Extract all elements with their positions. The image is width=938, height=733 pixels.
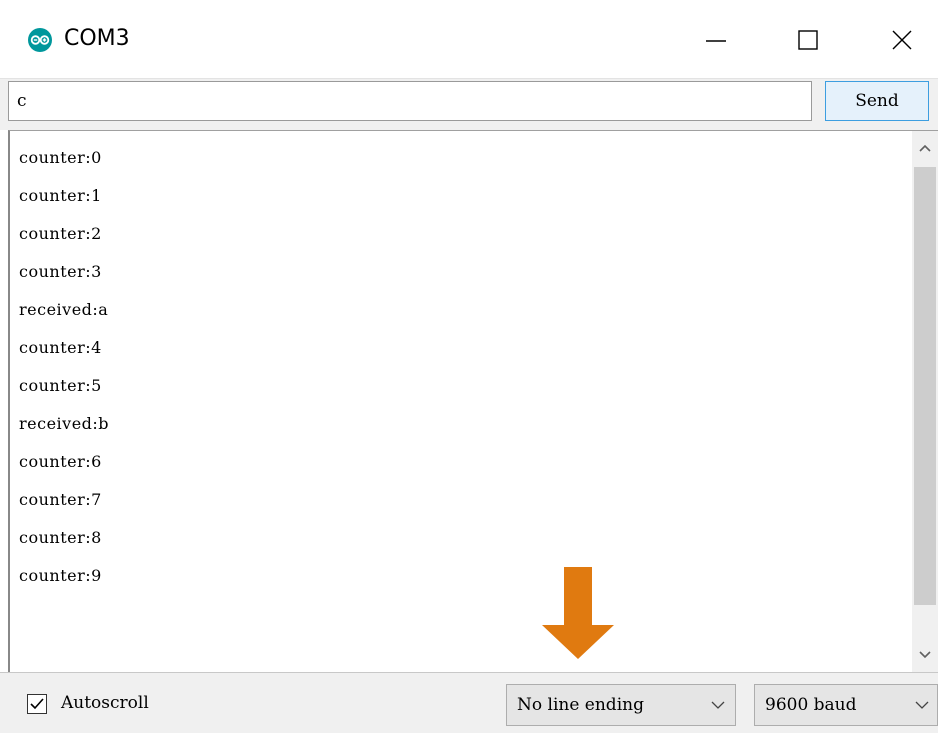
- output-line: counter:7: [19, 490, 102, 509]
- output-lines: counter:0 counter:1 counter:2 counter:3 rece…: [10, 144, 109, 600]
- output-line: counter:6: [19, 452, 102, 471]
- output-line: received:b: [19, 414, 110, 433]
- output-line: received:a: [19, 300, 109, 319]
- chevron-down-icon: [919, 651, 931, 659]
- title-bar: COM3: [0, 0, 938, 78]
- send-toolbar: c Send: [0, 78, 938, 130]
- autoscroll-checkbox[interactable]: [27, 694, 47, 714]
- output-line: counter:1: [19, 186, 102, 205]
- minimize-button[interactable]: [676, 10, 756, 70]
- baud-rate-value: 9600 baud: [765, 695, 857, 715]
- output-line: counter:9: [19, 566, 102, 585]
- vertical-scrollbar[interactable]: [912, 131, 938, 672]
- close-button[interactable]: [862, 10, 938, 70]
- chevron-down-icon: [915, 701, 929, 709]
- output-line: counter:0: [19, 148, 102, 167]
- chevron-down-icon: [711, 701, 725, 709]
- scrollbar-thumb[interactable]: [914, 167, 936, 605]
- checkmark-icon: [30, 698, 44, 710]
- maximize-icon: [798, 30, 818, 50]
- minimize-icon: [706, 40, 726, 42]
- chevron-up-icon: [919, 144, 931, 152]
- down-arrow-annotation: [542, 567, 614, 659]
- autoscroll-label: Autoscroll: [61, 693, 149, 713]
- scroll-up-button[interactable]: [912, 131, 938, 165]
- output-line: counter:5: [19, 376, 102, 395]
- window-title: COM3: [64, 26, 130, 51]
- baud-rate-select[interactable]: 9600 baud: [754, 684, 938, 726]
- output-line: counter:3: [19, 262, 102, 281]
- status-bar: Autoscroll No line ending 9600 baud: [0, 672, 938, 733]
- output-line: counter:4: [19, 338, 102, 357]
- output-line: counter:8: [19, 528, 102, 547]
- arduino-icon: [28, 28, 52, 52]
- line-ending-value: No line ending: [517, 695, 644, 715]
- maximize-button[interactable]: [768, 10, 848, 70]
- send-button[interactable]: Send: [825, 81, 929, 121]
- close-icon: [892, 30, 912, 50]
- serial-output: counter:0 counter:1 counter:2 counter:3 rece…: [8, 130, 938, 672]
- send-input[interactable]: c: [8, 81, 812, 121]
- scroll-down-button[interactable]: [912, 638, 938, 672]
- line-ending-select[interactable]: No line ending: [506, 684, 736, 726]
- output-line: counter:2: [19, 224, 102, 243]
